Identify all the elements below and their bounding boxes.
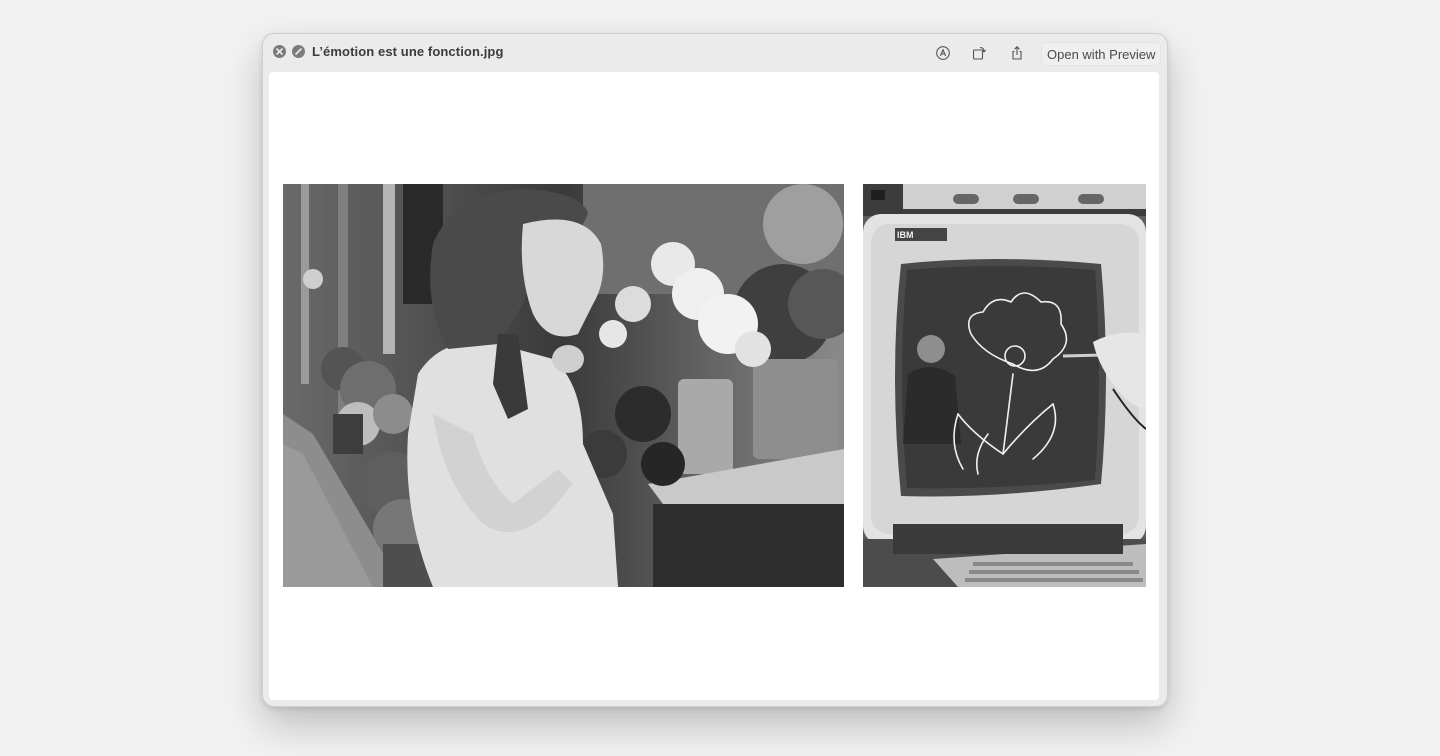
titlebar: L’émotion est une fonction.jpg Open with…: [263, 34, 1167, 71]
quicklook-window: L’émotion est une fonction.jpg Open with…: [262, 33, 1168, 707]
photo-woman-with-flowers: [283, 184, 844, 587]
rotate-button[interactable]: [969, 43, 989, 63]
window-title: L’émotion est une fonction.jpg: [312, 44, 504, 59]
share-icon: [1012, 46, 1022, 60]
close-icon: [276, 48, 283, 55]
open-with-preview-button[interactable]: Open with Preview: [1041, 42, 1162, 66]
preview-content: IBM: [269, 72, 1159, 700]
close-button[interactable]: [273, 45, 286, 58]
markup-icon: [936, 46, 950, 60]
share-button[interactable]: [1007, 43, 1027, 63]
monitor-brand-label: IBM: [897, 230, 914, 240]
rotate-icon: [972, 46, 986, 60]
fullscreen-button[interactable]: [292, 45, 305, 58]
markup-button[interactable]: [933, 43, 953, 63]
desktop: L’émotion est une fonction.jpg Open with…: [0, 0, 1440, 756]
photo-ibm-terminal: IBM: [863, 184, 1146, 587]
disabled-icon: [295, 48, 302, 55]
